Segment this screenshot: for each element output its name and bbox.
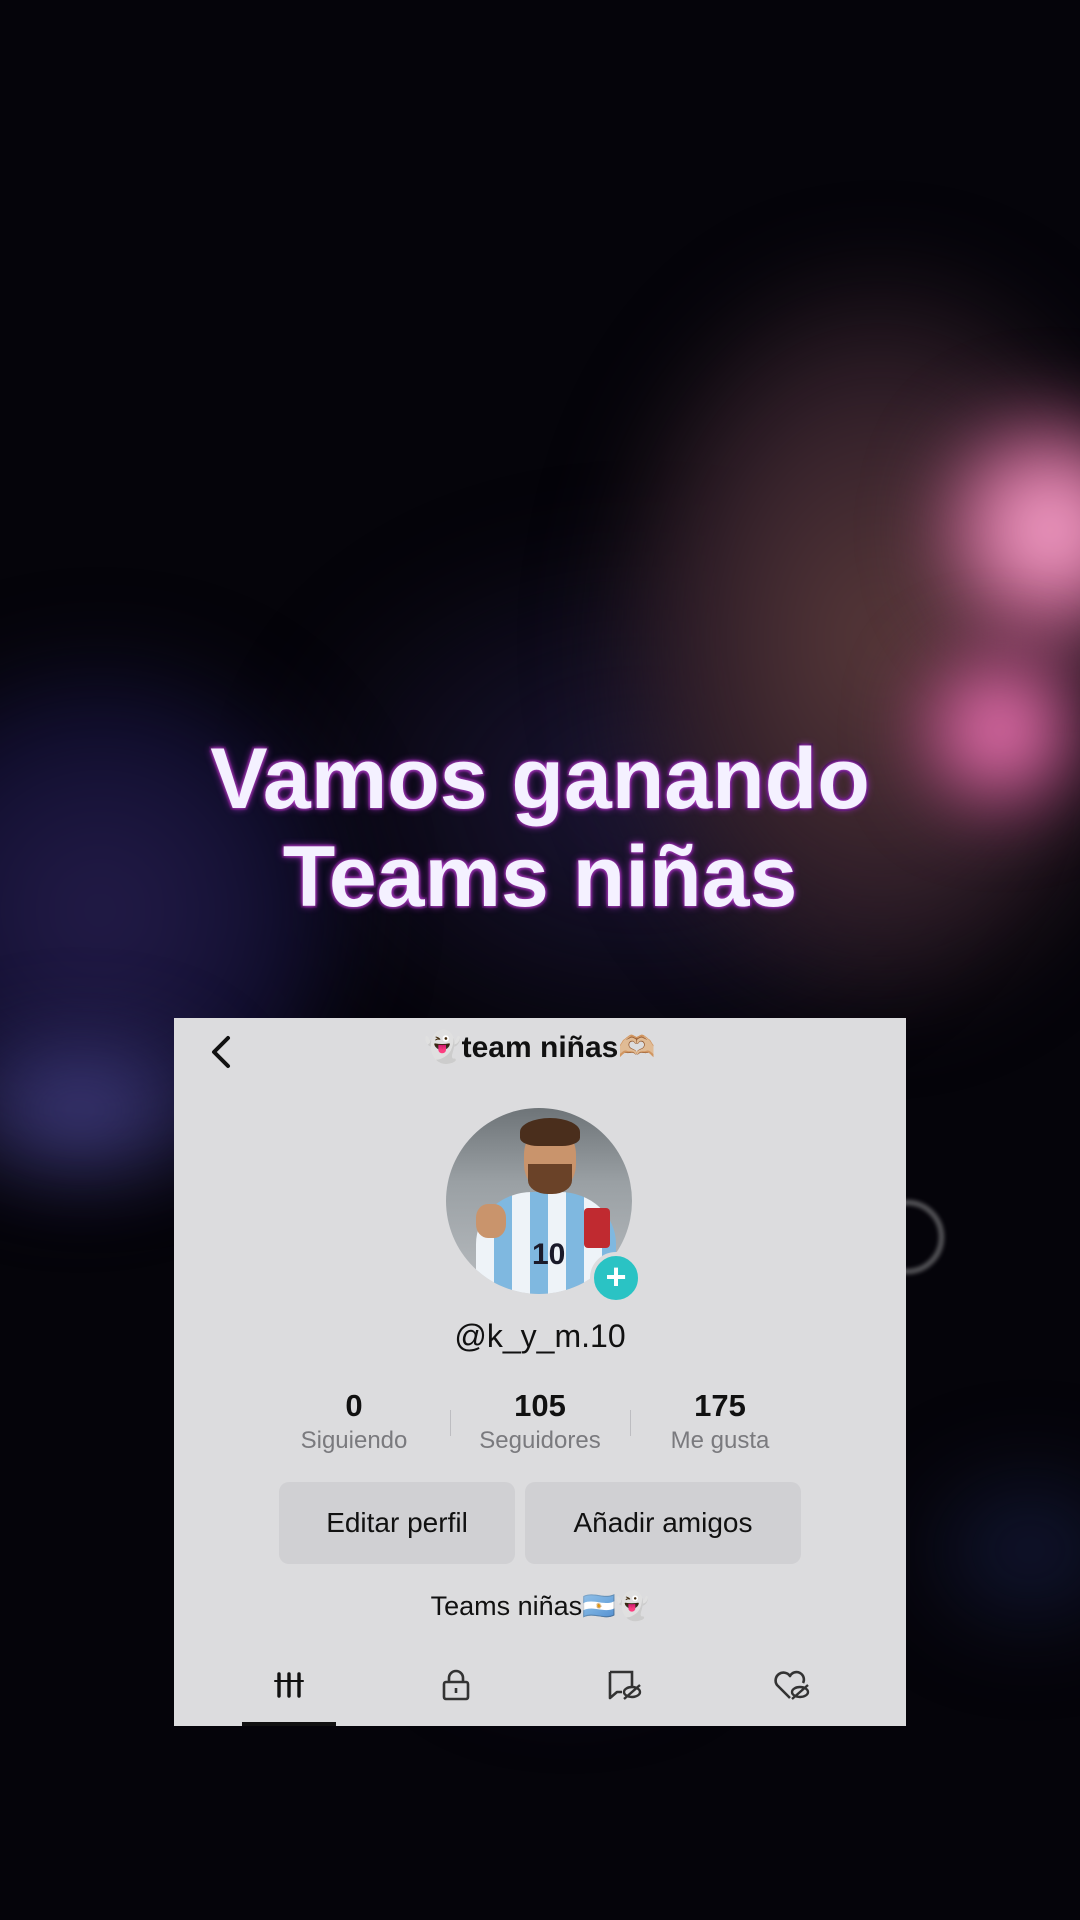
profile-title: 👻team niñas🫶🏼 (424, 1031, 656, 1064)
selected-tab-indicator (242, 1722, 336, 1726)
edit-profile-button[interactable]: Editar perfil (279, 1482, 515, 1564)
profile-stats: 0 Siguiendo 105 Seguidores 175 Me gusta (264, 1388, 816, 1458)
caption-line-2: Teams niñas (282, 829, 798, 925)
stat-label: Me gusta (670, 1427, 770, 1454)
profile-header: 👻team niñas🫶🏼 (174, 1018, 906, 1080)
stat-value: 175 (694, 1388, 746, 1423)
caption-line-1: Vamos ganando (210, 731, 870, 827)
add-friends-button[interactable]: Añadir amigos (525, 1482, 801, 1564)
username-handle: @k_y_m.10 (454, 1318, 626, 1354)
stat-following[interactable]: 0 Siguiendo (264, 1388, 444, 1456)
profile-screenshot: 👻team niñas🫶🏼 10 + @k_y_m.10 0 Siguiendo… (174, 1018, 906, 1726)
tab-videos[interactable] (259, 1668, 319, 1712)
lock-icon (442, 1669, 470, 1701)
profile-tabs (174, 1658, 906, 1726)
tab-private[interactable] (426, 1668, 486, 1712)
liked-hidden-icon (774, 1670, 810, 1700)
profile-bio: Teams niñas🇦🇷👻 (430, 1591, 650, 1621)
stat-followers[interactable]: 105 Seguidores (450, 1388, 630, 1456)
stat-value: 0 (345, 1388, 363, 1423)
stat-likes[interactable]: 175 Me gusta (630, 1388, 810, 1456)
videos-grid-icon (274, 1672, 304, 1698)
jersey-number: 10 (532, 1238, 566, 1271)
tab-liked[interactable] (762, 1668, 822, 1712)
stat-value: 105 (514, 1388, 566, 1423)
stat-label: Siguiendo (300, 1427, 408, 1454)
tab-reposts[interactable] (594, 1668, 654, 1712)
reposts-hidden-icon (608, 1670, 642, 1700)
add-avatar-plus-icon[interactable]: + (590, 1252, 642, 1304)
video-caption: Vamos ganando Teams niñas (0, 730, 1080, 926)
stat-label: Seguidores (479, 1427, 601, 1454)
